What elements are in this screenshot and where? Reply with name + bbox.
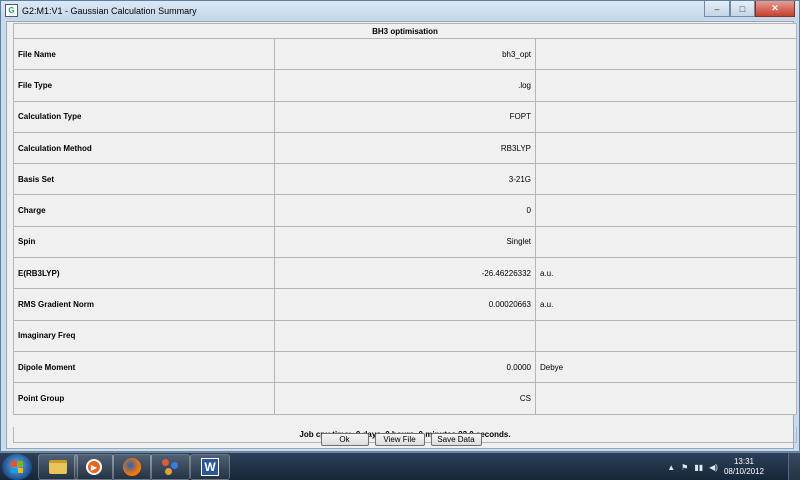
row-label: File Type xyxy=(13,69,275,102)
table-row: Charge 0 xyxy=(13,194,797,227)
row-label: Imaginary Freq xyxy=(13,319,275,352)
table-row: Calculation Type FOPT xyxy=(13,100,797,133)
title-bar[interactable]: G G2:M1:V1 - Gaussian Calculation Summar… xyxy=(1,1,799,20)
taskbar-explorer[interactable] xyxy=(38,454,78,480)
row-unit xyxy=(535,131,797,165)
row-unit: Debye xyxy=(535,350,797,384)
volume-icon[interactable]: ◀) xyxy=(709,463,718,472)
view-file-button[interactable]: View File xyxy=(374,433,425,446)
row-value: RB3LYP xyxy=(274,131,536,165)
row-unit xyxy=(535,37,797,71)
row-label: Basis Set xyxy=(13,163,275,196)
taskbar-gaussview[interactable] xyxy=(150,454,190,480)
taskbar-firefox[interactable] xyxy=(112,454,152,480)
word-icon: W xyxy=(201,458,219,476)
row-value: Singlet xyxy=(274,225,536,259)
folder-icon xyxy=(49,460,67,474)
row-unit xyxy=(535,194,797,227)
table-row: Calculation Method RB3LYP xyxy=(13,131,797,165)
row-value xyxy=(274,319,536,352)
clock[interactable]: 13:31 08/10/2012 xyxy=(724,457,764,477)
clock-time: 13:31 xyxy=(733,457,754,466)
summary-panel: BH3 optimisation File Name bh3_opt File … xyxy=(6,21,797,449)
row-label: Charge xyxy=(13,194,275,227)
table-row: File Type .log xyxy=(13,69,797,102)
show-desktop-button[interactable] xyxy=(788,453,800,480)
summary-header-row: BH3 optimisation xyxy=(13,23,797,39)
row-unit xyxy=(535,225,797,259)
row-label: Dipole Moment xyxy=(13,350,275,384)
close-button[interactable]: ✕ xyxy=(755,1,795,17)
row-unit: a.u. xyxy=(535,257,797,290)
table-row: Spin Singlet xyxy=(13,225,797,259)
maximize-button[interactable]: □ xyxy=(730,1,755,17)
row-label: File Name xyxy=(13,37,275,71)
row-value: -26.46226332 xyxy=(274,257,536,290)
row-label: Calculation Method xyxy=(13,131,275,165)
row-value: 3-21G xyxy=(274,163,536,196)
window-title: G2:M1:V1 - Gaussian Calculation Summary xyxy=(22,5,197,16)
row-value: 0 xyxy=(274,194,536,227)
taskbar: ▶ W ▲ ⚑ ▮▮ ◀) 13:31 08/10/2012 xyxy=(0,452,800,480)
button-row: Ok View File Save Data xyxy=(1,430,800,450)
clock-date: 08/10/2012 xyxy=(723,467,764,476)
table-row: RMS Gradient Norm 0.00020663 a.u. xyxy=(13,288,797,321)
row-value: 0.00020663 xyxy=(274,288,536,321)
taskbar-media-player[interactable]: ▶ xyxy=(74,454,114,480)
gaussview-icon xyxy=(161,458,179,476)
row-unit: a.u. xyxy=(535,288,797,321)
taskbar-word[interactable]: W xyxy=(190,454,230,480)
network-signal-icon[interactable]: ▮▮ xyxy=(694,463,703,472)
table-row: File Name bh3_opt xyxy=(13,37,797,71)
table-row: Dipole Moment 0.0000 Debye xyxy=(13,350,797,384)
row-value: FOPT xyxy=(274,100,536,133)
app-icon: G xyxy=(5,4,18,17)
summary-title: BH3 optimisation xyxy=(13,23,797,39)
row-unit xyxy=(535,100,797,133)
table-row: Imaginary Freq xyxy=(13,319,797,352)
row-label: RMS Gradient Norm xyxy=(13,288,275,321)
show-hidden-icons-icon[interactable]: ▲ xyxy=(667,463,675,472)
row-unit xyxy=(535,319,797,352)
action-center-flag-icon[interactable]: ⚑ xyxy=(681,463,688,472)
windows-logo-icon xyxy=(11,461,23,473)
row-unit xyxy=(535,382,797,415)
gaussian-summary-window: G G2:M1:V1 - Gaussian Calculation Summar… xyxy=(0,0,800,452)
row-label: Calculation Type xyxy=(13,100,275,133)
window-controls: – □ ✕ xyxy=(704,1,795,18)
row-value: 0.0000 xyxy=(274,350,536,384)
media-player-icon: ▶ xyxy=(86,459,102,475)
table-row: E(RB3LYP) -26.46226332 a.u. xyxy=(13,257,797,290)
start-button[interactable] xyxy=(2,454,32,480)
summary-table: BH3 optimisation File Name bh3_opt File … xyxy=(13,23,797,415)
row-value: .log xyxy=(274,69,536,102)
row-value: bh3_opt xyxy=(274,37,536,71)
row-value: CS xyxy=(274,382,536,415)
table-row: Basis Set 3-21G xyxy=(13,163,797,196)
table-row: Point Group CS xyxy=(13,382,797,415)
row-label: E(RB3LYP) xyxy=(13,257,275,290)
ok-button[interactable]: Ok xyxy=(320,433,369,446)
firefox-icon xyxy=(123,458,141,476)
row-unit xyxy=(535,69,797,102)
row-label: Spin xyxy=(13,225,275,259)
row-unit xyxy=(535,163,797,196)
save-data-button[interactable]: Save Data xyxy=(430,433,482,446)
system-tray: ▲ ⚑ ▮▮ ◀) 13:31 08/10/2012 xyxy=(667,453,764,480)
row-label: Point Group xyxy=(13,382,275,415)
minimize-button[interactable]: – xyxy=(704,1,730,17)
